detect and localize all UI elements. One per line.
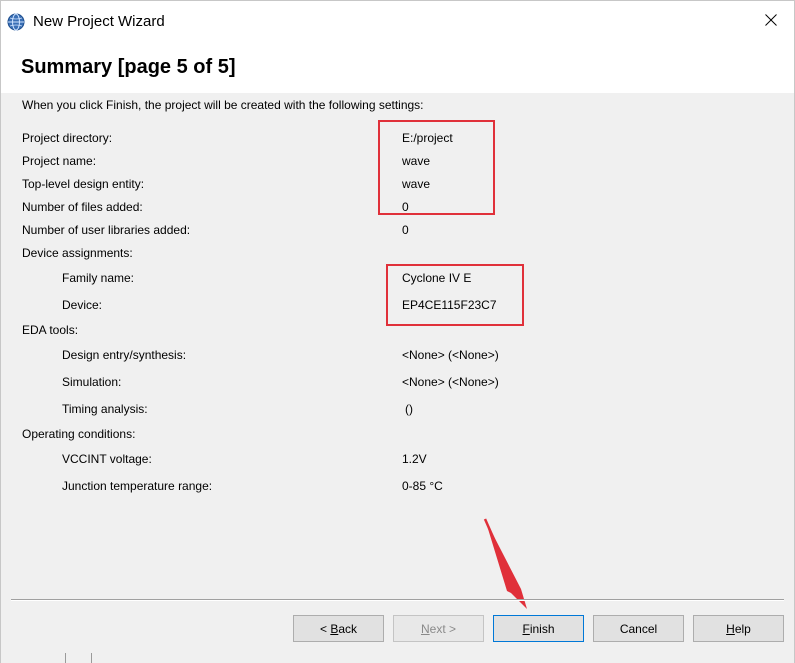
next-button[interactable]: Next > — [393, 615, 484, 642]
eda-tools-heading: EDA tools: — [22, 323, 79, 337]
design-entry-value: <None> (<None>) — [402, 348, 499, 362]
vccint-voltage-value: 1.2V — [402, 452, 427, 466]
back-button-prefix: < — [319, 621, 331, 636]
back-button-mnemonic: B — [330, 621, 339, 636]
quartus-globe-icon — [7, 13, 25, 31]
close-button[interactable] — [748, 1, 794, 43]
next-button-mnemonic: N — [420, 621, 430, 636]
vccint-voltage-label: VCCINT voltage: — [62, 452, 152, 466]
device-highlight-box — [386, 264, 524, 326]
junction-temperature-value: 0-85 °C — [402, 479, 443, 493]
title-bar: New Project Wizard — [1, 1, 794, 43]
timing-analysis-value: () — [405, 402, 413, 416]
new-project-wizard-window: New Project Wizard Summary [page 5 of 5]… — [0, 0, 795, 663]
window-title: New Project Wizard — [33, 13, 165, 30]
help-button-mnemonic: H — [726, 621, 735, 636]
back-button[interactable]: < Back — [293, 615, 384, 642]
timing-analysis-label: Timing analysis: — [62, 402, 148, 416]
device-label: Device: — [62, 298, 103, 312]
operating-conditions-heading: Operating conditions: — [22, 427, 136, 441]
project-name-label: Project name: — [22, 154, 97, 168]
page-title: Summary [page 5 of 5] — [21, 56, 236, 78]
help-button[interactable]: Help — [693, 615, 784, 642]
user-libraries-value: 0 — [402, 223, 409, 237]
finish-button-mnemonic: F — [522, 621, 530, 636]
intro-text: When you click Finish, the project will … — [22, 98, 424, 112]
finish-button[interactable]: Finish — [493, 615, 584, 642]
design-entry-label: Design entry/synthesis: — [62, 348, 187, 362]
footer-divider-highlight — [11, 600, 784, 601]
red-arrow-icon — [483, 518, 527, 609]
device-assignments-heading: Device assignments: — [22, 246, 133, 260]
files-added-label: Number of files added: — [22, 200, 143, 214]
family-name-label: Family name: — [62, 271, 135, 285]
top-level-entity-label: Top-level design entity: — [22, 177, 145, 191]
strip-separator — [91, 653, 92, 663]
back-button-rest: ack — [338, 621, 358, 636]
close-icon — [765, 13, 777, 31]
strip-separator — [65, 653, 66, 663]
project-settings-highlight-box — [378, 120, 495, 215]
junction-temperature-label: Junction temperature range: — [62, 479, 213, 493]
simulation-value: <None> (<None>) — [402, 375, 499, 389]
next-button-rest: ext > — [429, 621, 457, 636]
project-directory-label: Project directory: — [22, 131, 113, 145]
user-libraries-label: Number of user libraries added: — [22, 223, 191, 237]
help-button-rest: elp — [734, 621, 751, 636]
finish-button-rest: inish — [529, 621, 555, 636]
simulation-label: Simulation: — [62, 375, 122, 389]
cancel-button[interactable]: Cancel — [593, 615, 684, 642]
cancel-button-label: Cancel — [619, 621, 658, 636]
background-window-strip — [1, 653, 794, 663]
